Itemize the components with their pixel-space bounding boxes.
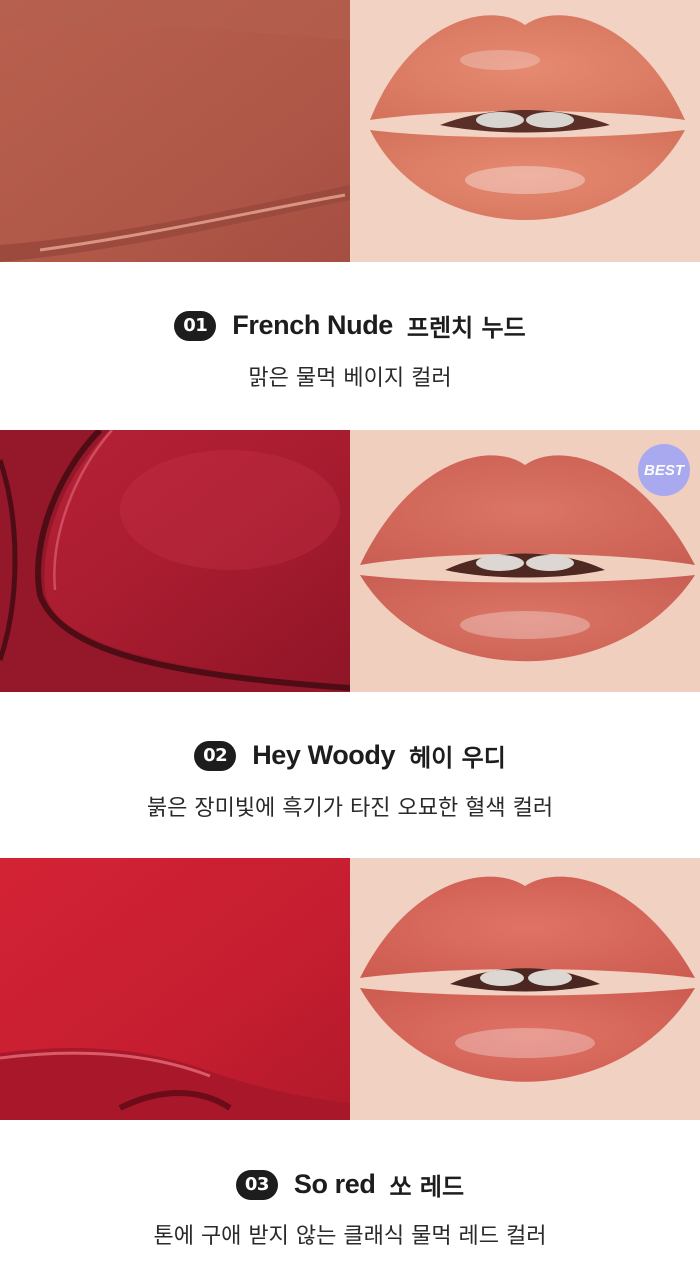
shade-name-korean: 쏘 레드 <box>389 1173 465 1201</box>
shade-02-title: 02 Hey Woody 헤이 우디 <box>0 738 700 773</box>
shade-name-english: Hey Woody <box>252 740 396 770</box>
shade-name-korean: 헤이 우디 <box>409 744 506 772</box>
shade-02-images: BEST <box>0 430 700 692</box>
shade-number-badge: 01 <box>174 310 217 341</box>
shade-01-images <box>0 0 700 262</box>
shade-name-korean: 프렌치 누드 <box>406 314 526 342</box>
swatch-image-so-red <box>0 858 350 1120</box>
shade-name-english: So red <box>293 1169 376 1199</box>
lip-photo-french-nude <box>350 0 700 262</box>
lip-photo-so-red <box>350 858 700 1120</box>
shade-01-title: 01 French Nude 프렌치 누드 <box>0 308 700 343</box>
shade-description: 톤에 구애 받지 않는 클래식 물먹 레드 컬러 <box>153 1224 547 1249</box>
swatch-image-french-nude <box>0 0 350 262</box>
best-badge: BEST <box>638 444 690 496</box>
swatch-image-hey-woody <box>0 430 350 692</box>
shade-description: 맑은 물먹 베이지 컬러 <box>248 366 452 391</box>
shade-name-english: French Nude <box>232 310 393 340</box>
shade-03-title: 03 So red 쏘 레드 <box>0 1167 700 1202</box>
shade-03-images <box>0 858 700 1120</box>
shade-description: 붉은 장미빛에 흑기가 타진 오묘한 혈색 컬러 <box>146 796 554 821</box>
shade-number-badge: 03 <box>235 1169 278 1200</box>
shade-number-badge: 02 <box>194 740 237 771</box>
lip-photo-hey-woody: BEST <box>350 430 700 692</box>
